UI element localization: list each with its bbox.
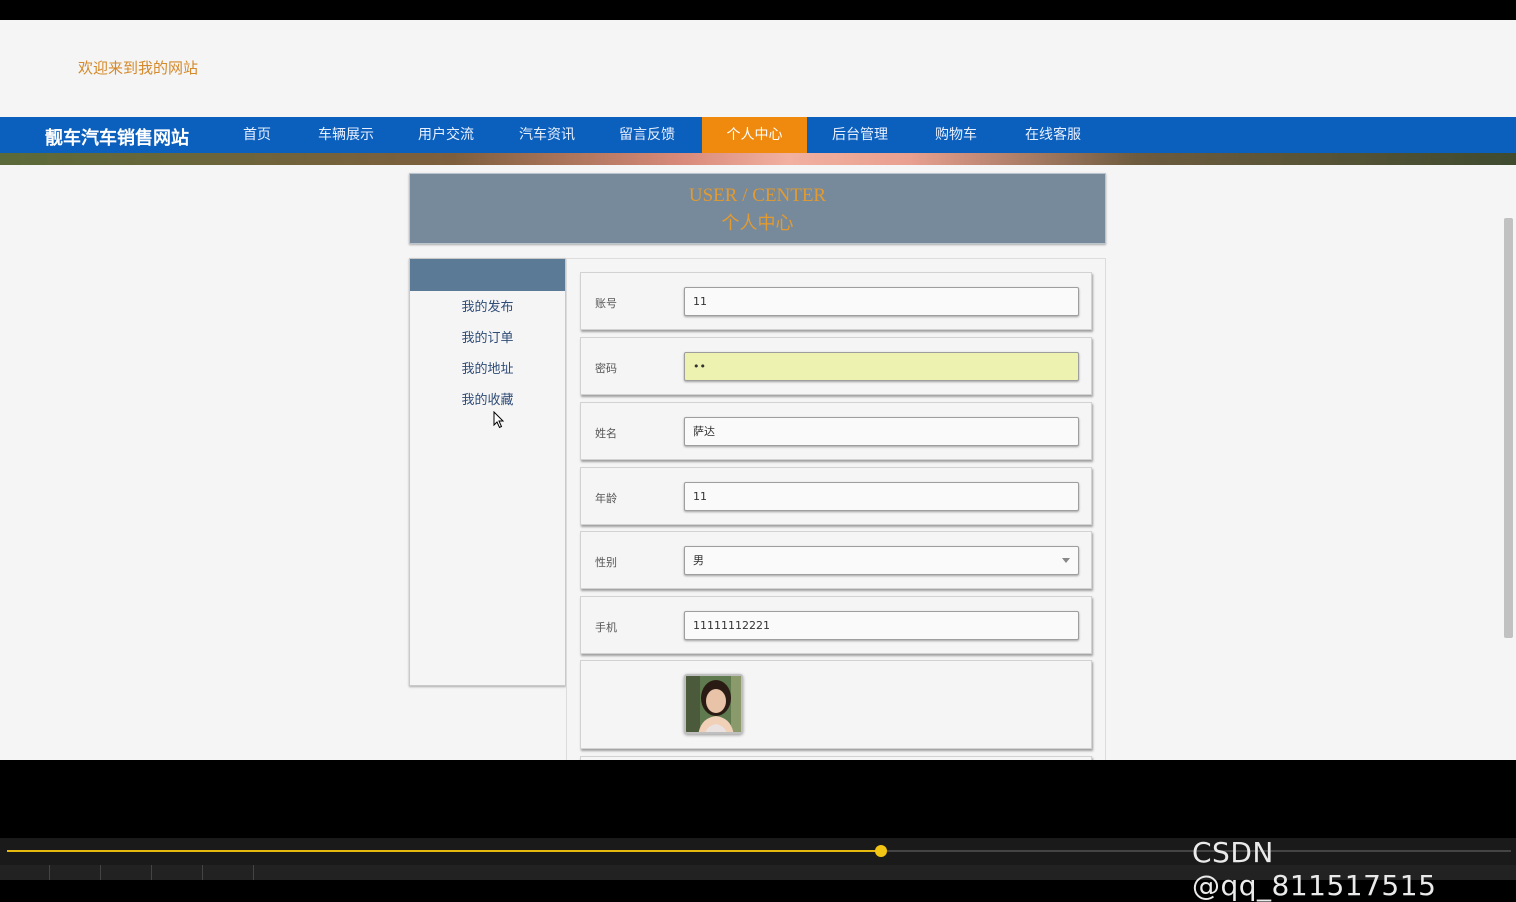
sidebar-item-my-posts[interactable]: 我的发布 (410, 292, 565, 323)
nav-feedback[interactable]: 留言反馈 (606, 117, 688, 153)
player-button-2[interactable] (51, 865, 101, 880)
page-scrollbar[interactable] (1504, 218, 1513, 638)
form-row-name: 姓名 萨达 (580, 402, 1092, 460)
player-button-1[interactable] (0, 865, 50, 880)
csdn-watermark: CSDN @qq_811517515 (1192, 836, 1437, 902)
nav-vehicle-display[interactable]: 车辆展示 (305, 117, 387, 153)
nav-home[interactable]: 首页 (230, 117, 284, 153)
sidebar-menu: 我的发布 我的订单 我的地址 我的收藏 (409, 258, 566, 686)
nav-user-exchange[interactable]: 用户交流 (405, 117, 487, 153)
sidebar-item-my-orders[interactable]: 我的订单 (410, 323, 565, 354)
gender-label: 性别 (595, 556, 617, 569)
main-navbar: 靓车汽车销售网站 首页 车辆展示 用户交流 汽车资讯 留言反馈 个人中心 后台管… (0, 117, 1516, 154)
form-row-password: 密码 •• (580, 337, 1092, 395)
video-frame-top (0, 0, 1516, 20)
mouse-cursor-icon (493, 411, 505, 429)
form-row-gender: 性别 男 (580, 531, 1092, 589)
form-row-avatar (580, 660, 1092, 749)
password-input[interactable]: •• (684, 352, 1079, 381)
name-input[interactable]: 萨达 (684, 417, 1079, 446)
banner-image-strip (0, 153, 1516, 165)
player-button-3[interactable] (102, 865, 152, 880)
form-row-phone: 手机 11111112221 (580, 596, 1092, 654)
sidebar-header (410, 259, 565, 291)
browser-viewport: 欢迎来到我的网站 靓车汽车销售网站 首页 车辆展示 用户交流 汽车资讯 留言反馈… (0, 20, 1516, 760)
password-label: 密码 (595, 362, 617, 375)
age-label: 年龄 (595, 492, 617, 505)
chevron-down-icon (1062, 558, 1070, 563)
player-button-4[interactable] (153, 865, 203, 880)
header-title-cn: 个人中心 (721, 213, 794, 233)
profile-form: 账号 11 密码 •• 姓名 萨达 年龄 11 性别 男 手机 11111112… (566, 258, 1106, 760)
gender-select-value: 男 (693, 554, 704, 567)
site-brand[interactable]: 靓车汽车销售网站 (45, 124, 189, 150)
gender-select[interactable]: 男 (684, 546, 1079, 575)
avatar[interactable] (684, 674, 743, 734)
nav-online-service[interactable]: 在线客服 (1012, 117, 1094, 153)
form-row-account: 账号 11 (580, 272, 1092, 330)
sidebar-item-my-address[interactable]: 我的地址 (410, 354, 565, 385)
age-input[interactable]: 11 (684, 482, 1079, 511)
name-label: 姓名 (595, 427, 617, 440)
nav-personal-center[interactable]: 个人中心 (702, 117, 807, 154)
progress-played[interactable] (7, 850, 881, 852)
avatar-photo-icon (686, 676, 741, 732)
nav-cart[interactable]: 购物车 (920, 117, 992, 153)
player-button-5[interactable] (204, 865, 254, 880)
user-center-header: USER / CENTER 个人中心 (409, 173, 1106, 244)
nav-admin[interactable]: 后台管理 (819, 117, 901, 153)
phone-input[interactable]: 11111112221 (684, 611, 1079, 640)
form-row-age: 年龄 11 (580, 467, 1092, 525)
welcome-text: 欢迎来到我的网站 (78, 59, 199, 77)
phone-label: 手机 (595, 621, 617, 634)
header-title-en: USER / CENTER (688, 185, 827, 206)
progress-knob[interactable] (875, 845, 887, 857)
nav-car-news[interactable]: 汽车资讯 (506, 117, 588, 153)
sidebar-item-my-favorites[interactable]: 我的收藏 (410, 385, 565, 416)
account-label: 账号 (595, 297, 617, 310)
account-input[interactable]: 11 (684, 287, 1079, 316)
